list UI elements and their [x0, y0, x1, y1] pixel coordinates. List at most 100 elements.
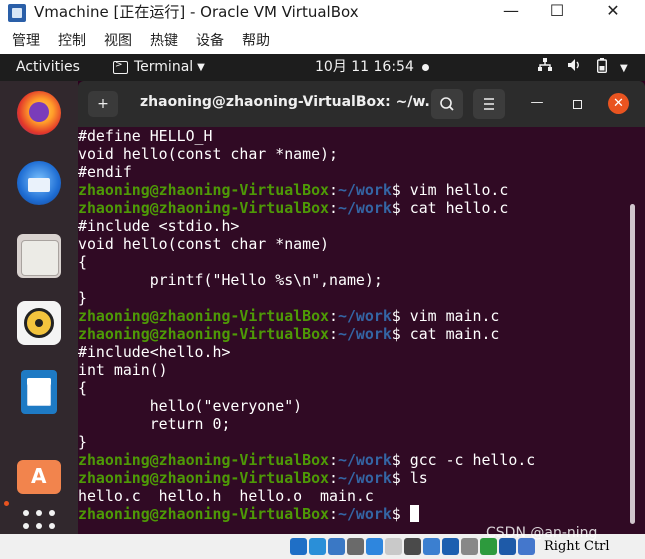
output-line: } [78, 289, 87, 307]
capture-icon[interactable] [442, 538, 459, 555]
guest-screen: Activities Terminal ▼ 10月 11 16:54 ▼ [0, 54, 645, 534]
terminal-close-button[interactable]: ✕ [608, 93, 629, 114]
prompt-user-host: zhaoning@zhaoning-VirtualBox [78, 451, 330, 469]
output-line: void hello(const char *name) [78, 235, 330, 253]
prompt-separator: : [329, 469, 338, 487]
prompt-symbol: $ [391, 451, 410, 469]
files-icon[interactable] [17, 234, 61, 278]
prompt-separator: : [329, 505, 338, 523]
volume-icon[interactable] [567, 58, 582, 78]
chevron-down-icon: ▼ [197, 62, 205, 73]
output-line: void hello(const char *name); [78, 145, 338, 163]
prompt-line: zhaoning@zhaoning-VirtualBox:~/work$ cat… [78, 325, 535, 343]
menu-manage[interactable]: 管理 [12, 32, 40, 50]
prompt-symbol: $ [391, 505, 410, 523]
system-menu-arrow-icon[interactable]: ▼ [620, 60, 628, 78]
activities-button[interactable]: Activities [16, 59, 80, 76]
command-text: gcc -c hello.c [409, 451, 536, 469]
terminal-body[interactable]: #define HELLO_H void hello(const char *na… [78, 127, 645, 534]
terminal-header-bar: + zhaoning@zhaoning-VirtualBox: ~/w... —… [78, 81, 645, 127]
terminal-minimize-button[interactable]: — [526, 93, 548, 115]
output-line: printf("Hello %s\n",name); [78, 271, 383, 289]
menu-control[interactable]: 控制 [58, 32, 86, 50]
prompt-separator: : [329, 307, 338, 325]
show-applications-icon[interactable] [23, 510, 55, 534]
display-icon[interactable] [404, 538, 421, 555]
prompt-separator: : [329, 181, 338, 199]
libreoffice-writer-icon[interactable] [21, 370, 57, 414]
terminal-window: + zhaoning@zhaoning-VirtualBox: ~/w... —… [78, 81, 645, 534]
command-text: vim main.c [409, 307, 500, 325]
hard-disk-icon[interactable] [290, 538, 307, 555]
menu-help[interactable]: 帮助 [242, 32, 270, 50]
vbox-menubar: 管理 控制 视图 热键 设备 帮助 [0, 28, 645, 54]
prompt-line: zhaoning@zhaoning-VirtualBox:~/work$ [78, 505, 535, 523]
prompt-symbol: $ [391, 181, 410, 199]
prompt-user-host: zhaoning@zhaoning-VirtualBox [78, 325, 330, 343]
terminal-output: #define HELLO_H void hello(const char *na… [78, 127, 535, 523]
prompt-path: ~/work [338, 469, 392, 487]
network-adapter-icon[interactable] [347, 538, 364, 555]
hamburger-icon [484, 98, 494, 110]
prompt-line: zhaoning@zhaoning-VirtualBox:~/work$ ls [78, 469, 535, 487]
search-button[interactable] [431, 89, 463, 119]
thunderbird-icon[interactable] [17, 161, 61, 205]
command-text: vim hello.c [409, 181, 509, 199]
output-line: #include<hello.h> [78, 343, 231, 361]
prompt-symbol: $ [391, 469, 410, 487]
clock[interactable]: 10月 11 16:54 [315, 59, 414, 76]
optical-drive-icon[interactable] [309, 538, 326, 555]
prompt-path: ~/work [338, 505, 392, 523]
prompt-path: ~/work [338, 181, 392, 199]
prompt-separator: : [329, 199, 338, 217]
firefox-icon[interactable] [17, 91, 61, 135]
prompt-user-host: zhaoning@zhaoning-VirtualBox [78, 181, 330, 199]
prompt-path: ~/work [338, 325, 392, 343]
output-line: #endif [78, 163, 132, 181]
plus-icon: + [97, 96, 109, 112]
prompt-user-host: zhaoning@zhaoning-VirtualBox [78, 199, 330, 217]
watermark: CSDN @an-ning [486, 525, 598, 541]
recording-icon[interactable] [423, 538, 440, 555]
menu-hotkeys[interactable]: 热键 [150, 32, 178, 50]
output-line: } [78, 433, 87, 451]
output-line: { [78, 379, 87, 397]
app-menu-label: Terminal [134, 59, 194, 75]
rhythmbox-icon[interactable] [17, 301, 61, 345]
ubuntu-software-icon[interactable] [17, 460, 61, 494]
output-line: #define HELLO_H [78, 127, 213, 145]
menu-view[interactable]: 视图 [104, 32, 132, 50]
menu-devices[interactable]: 设备 [196, 32, 224, 50]
maximize-button[interactable]: ☐ [534, 0, 580, 28]
prompt-symbol: $ [391, 325, 410, 343]
terminal-maximize-button[interactable] [566, 93, 588, 115]
usb-icon[interactable] [366, 538, 383, 555]
hamburger-menu-button[interactable] [473, 89, 505, 119]
prompt-symbol: $ [391, 307, 410, 325]
close-button[interactable]: ✕ [590, 0, 636, 28]
vbox-titlebar: Vmachine [正在运行] - Oracle VM VirtualBox —… [0, 0, 645, 28]
ubuntu-top-bar: Activities Terminal ▼ 10月 11 16:54 ▼ [0, 54, 645, 81]
prompt-line: zhaoning@zhaoning-VirtualBox:~/work$ vim… [78, 181, 535, 199]
app-menu-button[interactable]: Terminal ▼ [113, 57, 205, 76]
output-line: { [78, 253, 87, 271]
terminal-scrollbar[interactable] [630, 204, 635, 524]
prompt-user-host: zhaoning@zhaoning-VirtualBox [78, 469, 330, 487]
output-line: hello("everyone") [78, 397, 303, 415]
shared-folder-icon[interactable] [385, 538, 402, 555]
command-text: cat main.c [409, 325, 500, 343]
audio-icon[interactable] [328, 538, 345, 555]
prompt-line: zhaoning@zhaoning-VirtualBox:~/work$ gcc… [78, 451, 535, 469]
network-icon[interactable] [538, 58, 552, 78]
vm-settings-icon[interactable] [461, 538, 478, 555]
output-line: int main() [78, 361, 168, 379]
prompt-user-host: zhaoning@zhaoning-VirtualBox [78, 505, 330, 523]
minimize-button[interactable]: — [488, 0, 534, 28]
terminal-icon [113, 57, 128, 74]
prompt-separator: : [329, 325, 338, 343]
prompt-path: ~/work [338, 451, 392, 469]
battery-icon[interactable] [596, 58, 608, 79]
virtualbox-logo-icon [8, 4, 26, 22]
dock [0, 81, 78, 534]
new-tab-button[interactable]: + [88, 91, 118, 117]
